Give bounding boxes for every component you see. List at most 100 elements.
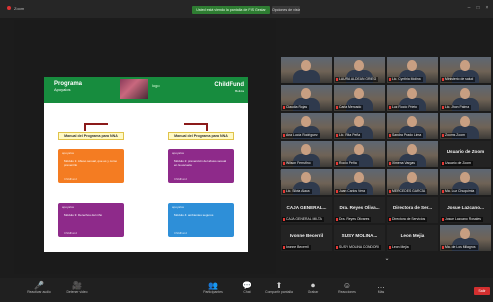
- chat-icon: 💬: [242, 281, 252, 290]
- participant-name-text: Ma. Luz Chuquimia: [445, 189, 475, 193]
- participant-display-name: Directora de Ser...: [392, 205, 433, 210]
- participant-tile[interactable]: Ministerio de salud: [440, 57, 491, 83]
- participant-video-face: [354, 88, 364, 99]
- participant-name-label: Ana Lucía Rodriguez: [282, 133, 320, 138]
- module-card-2: apoyalos Módulo 2: prevención del abuso …: [168, 149, 234, 183]
- brand-logo-childfund: ChildFund Bolivia: [214, 82, 244, 93]
- record-indicator-icon: [7, 6, 11, 10]
- toolbar-label: Chat: [243, 290, 251, 294]
- participant-name-text: Lic. Cynthia Molina: [392, 77, 421, 81]
- leave-meeting-button[interactable]: Salir: [474, 287, 490, 295]
- participant-name-text: Ma. de Los Milagros: [445, 245, 476, 249]
- participant-tile[interactable]: Lic. Silvia Alaca: [281, 169, 332, 195]
- share-button[interactable]: ⬆ Compartir pantalla: [262, 280, 296, 300]
- participant-tile[interactable]: Leon Mejia Leon Mejia: [387, 225, 438, 251]
- share-icon: ⬆: [275, 281, 283, 290]
- toolbar-label: Más: [377, 290, 385, 294]
- participant-tile[interactable]: Usuario de Zoom Usuario de Zoom: [440, 141, 491, 167]
- participant-tile[interactable]: MERCEDES GARCÍA: [387, 169, 438, 195]
- participant-tile[interactable]: Ma. de Los Milagros: [440, 225, 491, 251]
- participant-tile[interactable]: Claudia Rojas: [281, 85, 332, 111]
- children-photo: [120, 79, 148, 99]
- participant-name-text: SUSY MOLINA CONDORI: [339, 245, 379, 249]
- muted-mic-icon: [283, 161, 285, 165]
- participant-tile[interactable]: Sandra Prado Lima: [387, 113, 438, 139]
- more-button[interactable]: … Más: [364, 280, 398, 300]
- participant-video-face: [354, 172, 364, 183]
- participant-tile[interactable]: Juan Carlos Vera: [334, 169, 385, 195]
- chat-button[interactable]: 💬 Chat: [230, 280, 264, 300]
- participant-tile[interactable]: [281, 57, 332, 83]
- participant-name-label: Directora de Servicios: [388, 217, 428, 222]
- participant-tile[interactable]: Ximena Vargas: [387, 141, 438, 167]
- participant-tile[interactable]: Ana Lucía Rodriguez: [281, 113, 332, 139]
- participant-tile[interactable]: Ma. Luz Chuquimia: [440, 169, 491, 195]
- participant-name-label: Dra. Reyes Olivares: [335, 217, 372, 222]
- mic-button[interactable]: 🎤 Reactivar audio: [22, 280, 56, 300]
- participants-button[interactable]: 👥 Participantes: [196, 280, 230, 300]
- participant-name-label: Lic. Cynthia Molina: [388, 77, 423, 82]
- maximize-icon[interactable]: □: [475, 5, 481, 11]
- participant-name-text: Sandra Prado Lima: [392, 133, 422, 137]
- video-button[interactable]: 🎥 Detener video: [60, 280, 94, 300]
- participant-name-text: Rocío Peña: [339, 161, 357, 165]
- participant-name-text: Leon Mejia: [392, 245, 409, 249]
- muted-mic-icon: [442, 245, 444, 249]
- participant-tile[interactable]: Carla Mercado: [334, 85, 385, 111]
- participant-tile[interactable]: Wilson Ferrufino: [281, 141, 332, 167]
- muted-mic-icon: [336, 217, 338, 221]
- participant-tile[interactable]: Lic. Rita Peña: [334, 113, 385, 139]
- muted-mic-icon: [389, 245, 391, 249]
- chevron-down-icon[interactable]: ⌄: [381, 255, 393, 263]
- participant-name-label: Ministerio de salud: [441, 77, 476, 82]
- muted-mic-icon: [442, 77, 444, 81]
- muted-mic-icon: [442, 189, 444, 193]
- close-icon[interactable]: ×: [484, 5, 490, 11]
- minimize-icon[interactable]: –: [466, 5, 472, 11]
- participant-video-face: [354, 60, 364, 71]
- toolbar-label: Participantes: [203, 290, 223, 294]
- participant-tile[interactable]: Zooms Zoom: [440, 113, 491, 139]
- participant-name-text: Wilson Ferrufino: [286, 161, 311, 165]
- record-button[interactable]: ⏺ Grabar: [296, 280, 330, 300]
- participant-name-text: Directora de Servicios: [392, 217, 426, 221]
- participant-tile[interactable]: Dra. Reyes Oliva... Dra. Reyes Olivares: [334, 197, 385, 223]
- participant-tile[interactable]: Directora de Ser... Directora de Servicio…: [387, 197, 438, 223]
- participant-tile[interactable]: LAURA ALDEAN GRIEG: [334, 57, 385, 83]
- participant-video-face: [301, 60, 311, 71]
- screen-share-banner[interactable]: Usted está viendo la pantalla de FIS Ges…: [192, 6, 270, 14]
- participant-tile[interactable]: Luz Rocío Prieto: [387, 85, 438, 111]
- participant-tile[interactable]: CAJA GENERAL... CAJA GENERAL MILTA: [281, 197, 332, 223]
- participant-name-label: Wilson Ferrufino: [282, 161, 313, 166]
- participant-video-face: [354, 116, 364, 127]
- manual-title-left: Manual del Programa para NNA: [58, 132, 124, 140]
- participant-name-label: Rocío Peña: [335, 161, 359, 166]
- participant-tile[interactable]: Josue Lazcano... Josue Lazcano Rosales: [440, 197, 491, 223]
- muted-mic-icon: [442, 105, 444, 109]
- participant-video-face: [354, 144, 364, 155]
- participant-display-name: Ivonne Becerril: [289, 233, 324, 238]
- participant-name-label: Leon Mejia: [388, 245, 411, 250]
- participant-tile[interactable]: Ivonne Becerril Ivonne Becerril: [281, 225, 332, 251]
- mic-icon: 🎤: [34, 281, 44, 290]
- view-options-button[interactable]: Opciones de vista: [272, 6, 300, 14]
- participant-tile[interactable]: Rocío Peña: [334, 141, 385, 167]
- reactions-button[interactable]: ☺ Reacciones: [330, 280, 364, 300]
- muted-mic-icon: [283, 189, 285, 193]
- participant-video-face: [301, 88, 311, 99]
- participant-gallery: LAURA ALDEAN GRIEG Lic. Cynthia Molina Min…: [281, 57, 493, 253]
- module-card-1: apoyalos Módulo 1: Abuso sexual, que es …: [58, 149, 124, 183]
- participant-tile[interactable]: Lic. Jhon Palma: [440, 85, 491, 111]
- connector-line: [206, 123, 208, 131]
- presentation-slide: Programa Apoyalos logo ChildFund Bolivia…: [44, 77, 248, 252]
- participant-video-face: [460, 172, 470, 183]
- muted-mic-icon: [283, 105, 285, 109]
- participant-tile[interactable]: SUSY MOLINA... SUSY MOLINA CONDORI: [334, 225, 385, 251]
- participant-name-text: CAJA GENERAL MILTA: [286, 217, 322, 221]
- toolbar-label: Compartir pantalla: [265, 290, 293, 294]
- more-icon: …: [377, 281, 385, 290]
- shared-screen: Programa Apoyalos logo ChildFund Bolivia…: [14, 20, 284, 274]
- participant-video-face: [301, 172, 311, 183]
- brand-mid-logo: logo: [152, 83, 160, 88]
- participant-tile[interactable]: Lic. Cynthia Molina: [387, 57, 438, 83]
